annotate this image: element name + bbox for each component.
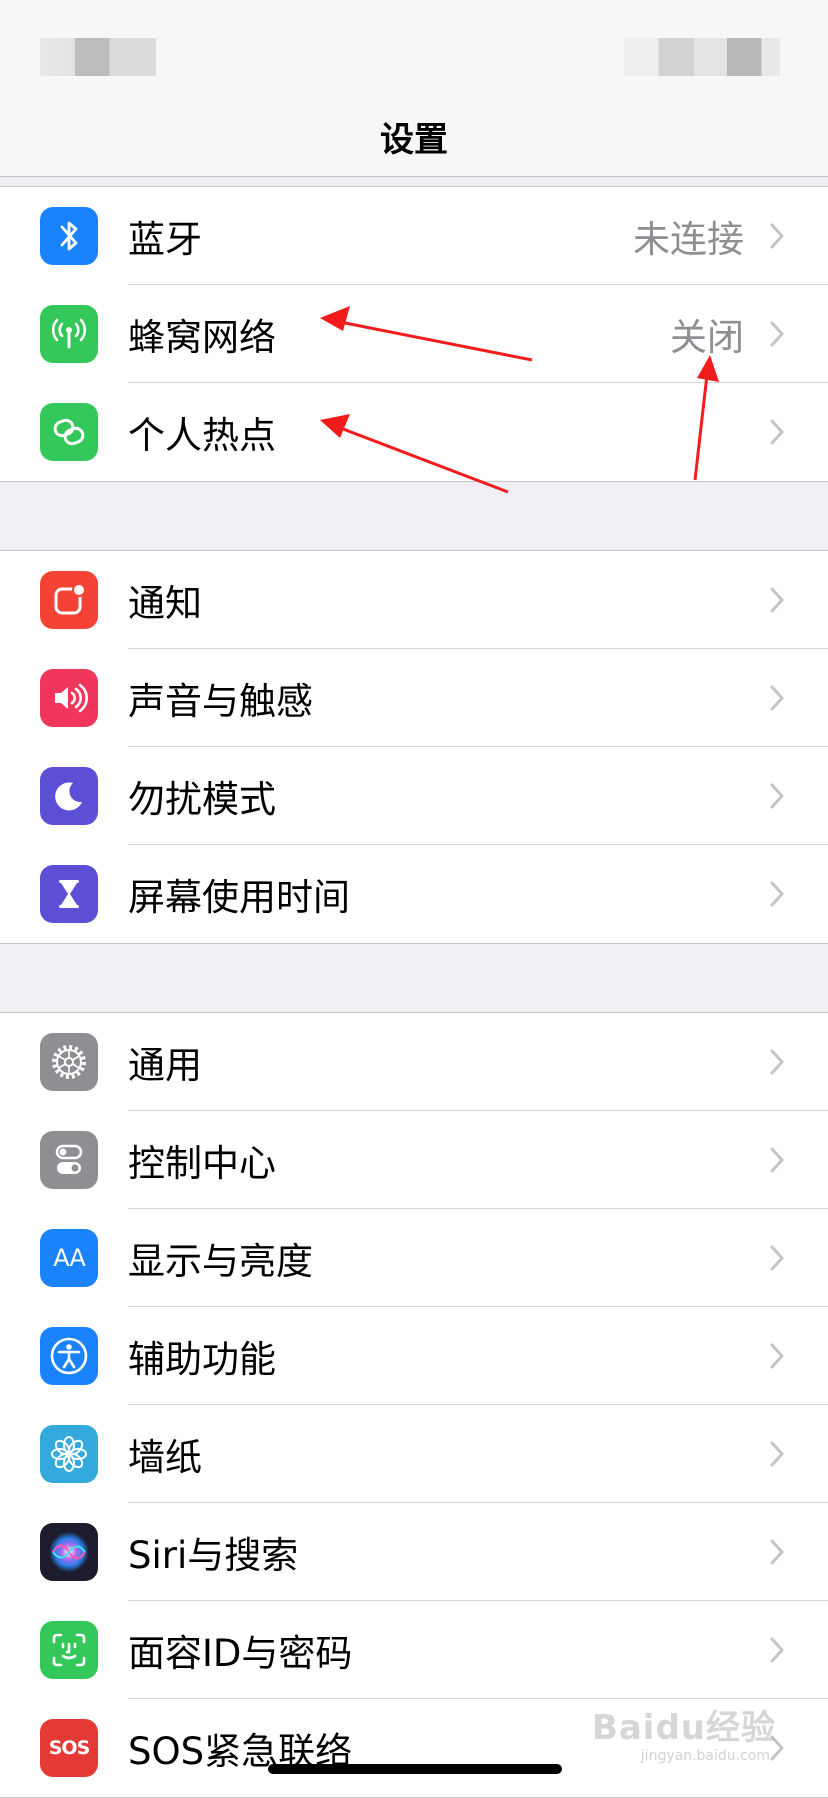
sos-icon: SOS bbox=[40, 1719, 98, 1777]
status-bar bbox=[0, 0, 828, 96]
settings-row-cellular[interactable]: 蜂窝网络 关闭 bbox=[0, 285, 828, 383]
moon-icon bbox=[40, 767, 98, 825]
bluetooth-icon bbox=[40, 207, 98, 265]
settings-row-siri[interactable]: Siri与搜索 bbox=[0, 1503, 828, 1601]
toggles-icon bbox=[40, 1131, 98, 1189]
settings-row-accessibility[interactable]: 辅助功能 bbox=[0, 1307, 828, 1405]
settings-row-label: 屏幕使用时间 bbox=[128, 876, 350, 919]
chevron-right-icon bbox=[770, 419, 784, 445]
chevron-right-icon bbox=[770, 1637, 784, 1663]
settings-row-face-id[interactable]: 面容ID与密码 bbox=[0, 1601, 828, 1699]
chevron-right-icon bbox=[770, 1539, 784, 1565]
settings-row-label: 蓝牙 bbox=[128, 218, 202, 261]
text-size-icon-label: AA bbox=[53, 1244, 86, 1272]
settings-row-bluetooth[interactable]: 蓝牙 未连接 bbox=[0, 187, 828, 285]
settings-row-label: 显示与亮度 bbox=[128, 1240, 313, 1283]
chevron-right-icon bbox=[770, 881, 784, 907]
settings-row-label: 通用 bbox=[128, 1044, 202, 1087]
notifications-group: 通知 声音与触感 勿扰模式 屏幕使用时间 bbox=[0, 550, 828, 944]
settings-row-hotspot[interactable]: 个人热点 bbox=[0, 383, 828, 481]
settings-row-label: 蜂窝网络 bbox=[128, 316, 276, 359]
home-indicator[interactable] bbox=[268, 1764, 562, 1774]
face-id-icon bbox=[40, 1621, 98, 1679]
watermark: Baidu经验 bbox=[591, 1708, 776, 1748]
accessibility-icon bbox=[40, 1327, 98, 1385]
settings-row-label: 墙纸 bbox=[128, 1436, 202, 1479]
text-size-icon: AA bbox=[40, 1229, 98, 1287]
settings-row-sounds[interactable]: 声音与触感 bbox=[0, 649, 828, 747]
settings-row-label: 辅助功能 bbox=[128, 1338, 276, 1381]
chevron-right-icon bbox=[770, 1147, 784, 1173]
settings-row-label: 通知 bbox=[128, 582, 202, 625]
chevron-right-icon bbox=[770, 223, 784, 249]
chevron-right-icon bbox=[770, 1049, 784, 1075]
antenna-icon bbox=[40, 305, 98, 363]
connectivity-group: 蓝牙 未连接 蜂窝网络 关闭 个人热点 bbox=[0, 186, 828, 482]
gear-icon bbox=[40, 1033, 98, 1091]
watermark-url: jingyan.baidu.com bbox=[640, 1748, 770, 1764]
chevron-right-icon bbox=[770, 587, 784, 613]
settings-row-general[interactable]: 通用 bbox=[0, 1013, 828, 1111]
settings-row-label: 个人热点 bbox=[128, 414, 276, 457]
status-bar-blur-right bbox=[624, 38, 780, 76]
chevron-right-icon bbox=[770, 685, 784, 711]
chevron-right-icon bbox=[770, 321, 784, 347]
settings-row-label: 勿扰模式 bbox=[128, 778, 276, 821]
status-bar-blur-left bbox=[40, 38, 156, 76]
settings-row-control-center[interactable]: 控制中心 bbox=[0, 1111, 828, 1209]
navigation-bar: 设置 bbox=[0, 96, 828, 177]
settings-row-label: 控制中心 bbox=[128, 1142, 276, 1185]
page-title: 设置 bbox=[380, 119, 448, 160]
hotspot-link-icon bbox=[40, 403, 98, 461]
notification-icon bbox=[40, 571, 98, 629]
settings-row-display[interactable]: AA 显示与亮度 bbox=[0, 1209, 828, 1307]
hourglass-icon bbox=[40, 865, 98, 923]
chevron-right-icon bbox=[770, 1343, 784, 1369]
settings-row-do-not-disturb[interactable]: 勿扰模式 bbox=[0, 747, 828, 845]
siri-icon bbox=[40, 1523, 98, 1581]
settings-row-notifications[interactable]: 通知 bbox=[0, 551, 828, 649]
settings-row-screen-time[interactable]: 屏幕使用时间 bbox=[0, 845, 828, 943]
settings-row-label: 面容ID与密码 bbox=[128, 1632, 353, 1675]
settings-row-label: 声音与触感 bbox=[128, 680, 313, 723]
chevron-right-icon bbox=[770, 1441, 784, 1467]
settings-row-value: 未连接 bbox=[633, 218, 744, 261]
flower-icon bbox=[40, 1425, 98, 1483]
settings-screen: 设置 蓝牙 未连接 蜂窝网络 关闭 个人热点 通知 声音与触感 勿扰模式 屏幕使… bbox=[0, 0, 828, 1798]
settings-row-label: Siri与搜索 bbox=[128, 1534, 299, 1577]
general-group: 通用 控制中心 AA 显示与亮度 辅助功能 墙纸 Siri与搜索 面容ID与密码… bbox=[0, 1012, 828, 1798]
speaker-icon bbox=[40, 669, 98, 727]
chevron-right-icon bbox=[770, 783, 784, 809]
sos-icon-label: SOS bbox=[48, 1737, 91, 1759]
settings-row-wallpaper[interactable]: 墙纸 bbox=[0, 1405, 828, 1503]
settings-row-value: 关闭 bbox=[670, 316, 744, 359]
chevron-right-icon bbox=[770, 1245, 784, 1271]
